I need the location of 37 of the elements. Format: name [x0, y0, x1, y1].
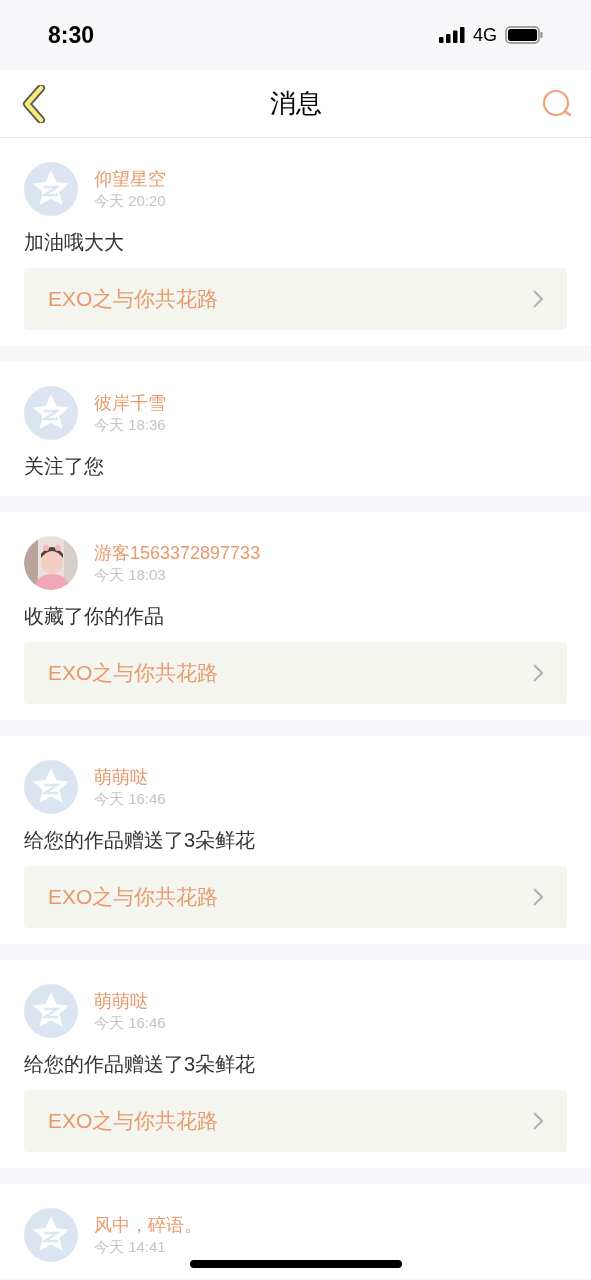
- message-time: 今天 18:03: [94, 565, 167, 585]
- signal-icon: [439, 27, 465, 43]
- default-avatar-icon: [24, 386, 78, 440]
- page-title: 消息: [269, 87, 322, 120]
- default-avatar-icon: [24, 162, 78, 216]
- message-time: 今天 18:36: [94, 415, 166, 435]
- message-time: 今天 20:20: [94, 191, 166, 211]
- default-avatar-icon: [24, 1208, 78, 1262]
- chevron-right-icon: [533, 290, 543, 308]
- work-link[interactable]: EXO之与你共花路: [24, 268, 567, 330]
- message-time: 今天 16:46: [94, 789, 166, 809]
- work-link[interactable]: EXO之与你共花路: [24, 1090, 567, 1152]
- status-time: 8:30: [48, 20, 95, 50]
- search-icon: [542, 88, 572, 119]
- user-name[interactable]: 风中，碎语。: [94, 1213, 202, 1237]
- chevron-right-icon: [533, 1112, 543, 1130]
- message-text: 给您的作品赠送了3朵鲜花: [24, 1052, 257, 1077]
- user-name[interactable]: 萌萌哒: [94, 765, 166, 789]
- user-name[interactable]: 萌萌哒: [94, 989, 166, 1013]
- message-text: 加油哦大大: [24, 230, 125, 255]
- chevron-right-icon: [533, 664, 543, 682]
- message-time: 今天 16:46: [94, 1013, 166, 1033]
- work-link[interactable]: EXO之与你共花路: [24, 642, 567, 704]
- network-label: 4G: [473, 23, 497, 47]
- chevron-left-icon: [21, 84, 47, 123]
- default-avatar-icon: [24, 984, 78, 1038]
- chevron-right-icon: [533, 888, 543, 906]
- user-name[interactable]: 仰望星空: [94, 167, 166, 191]
- battery-icon: [505, 26, 543, 44]
- user-name[interactable]: 游客1563372897733: [94, 541, 261, 565]
- user-name[interactable]: 彼岸千雪: [94, 391, 166, 415]
- message-time: 今天 14:41: [94, 1237, 167, 1257]
- message-text: 给您的作品赠送了3朵鲜花: [24, 828, 257, 853]
- message-text: 收藏了你的作品: [24, 604, 165, 629]
- work-link[interactable]: EXO之与你共花路: [24, 866, 567, 928]
- default-avatar-icon: [24, 760, 78, 814]
- message-text: 关注了您: [24, 454, 105, 479]
